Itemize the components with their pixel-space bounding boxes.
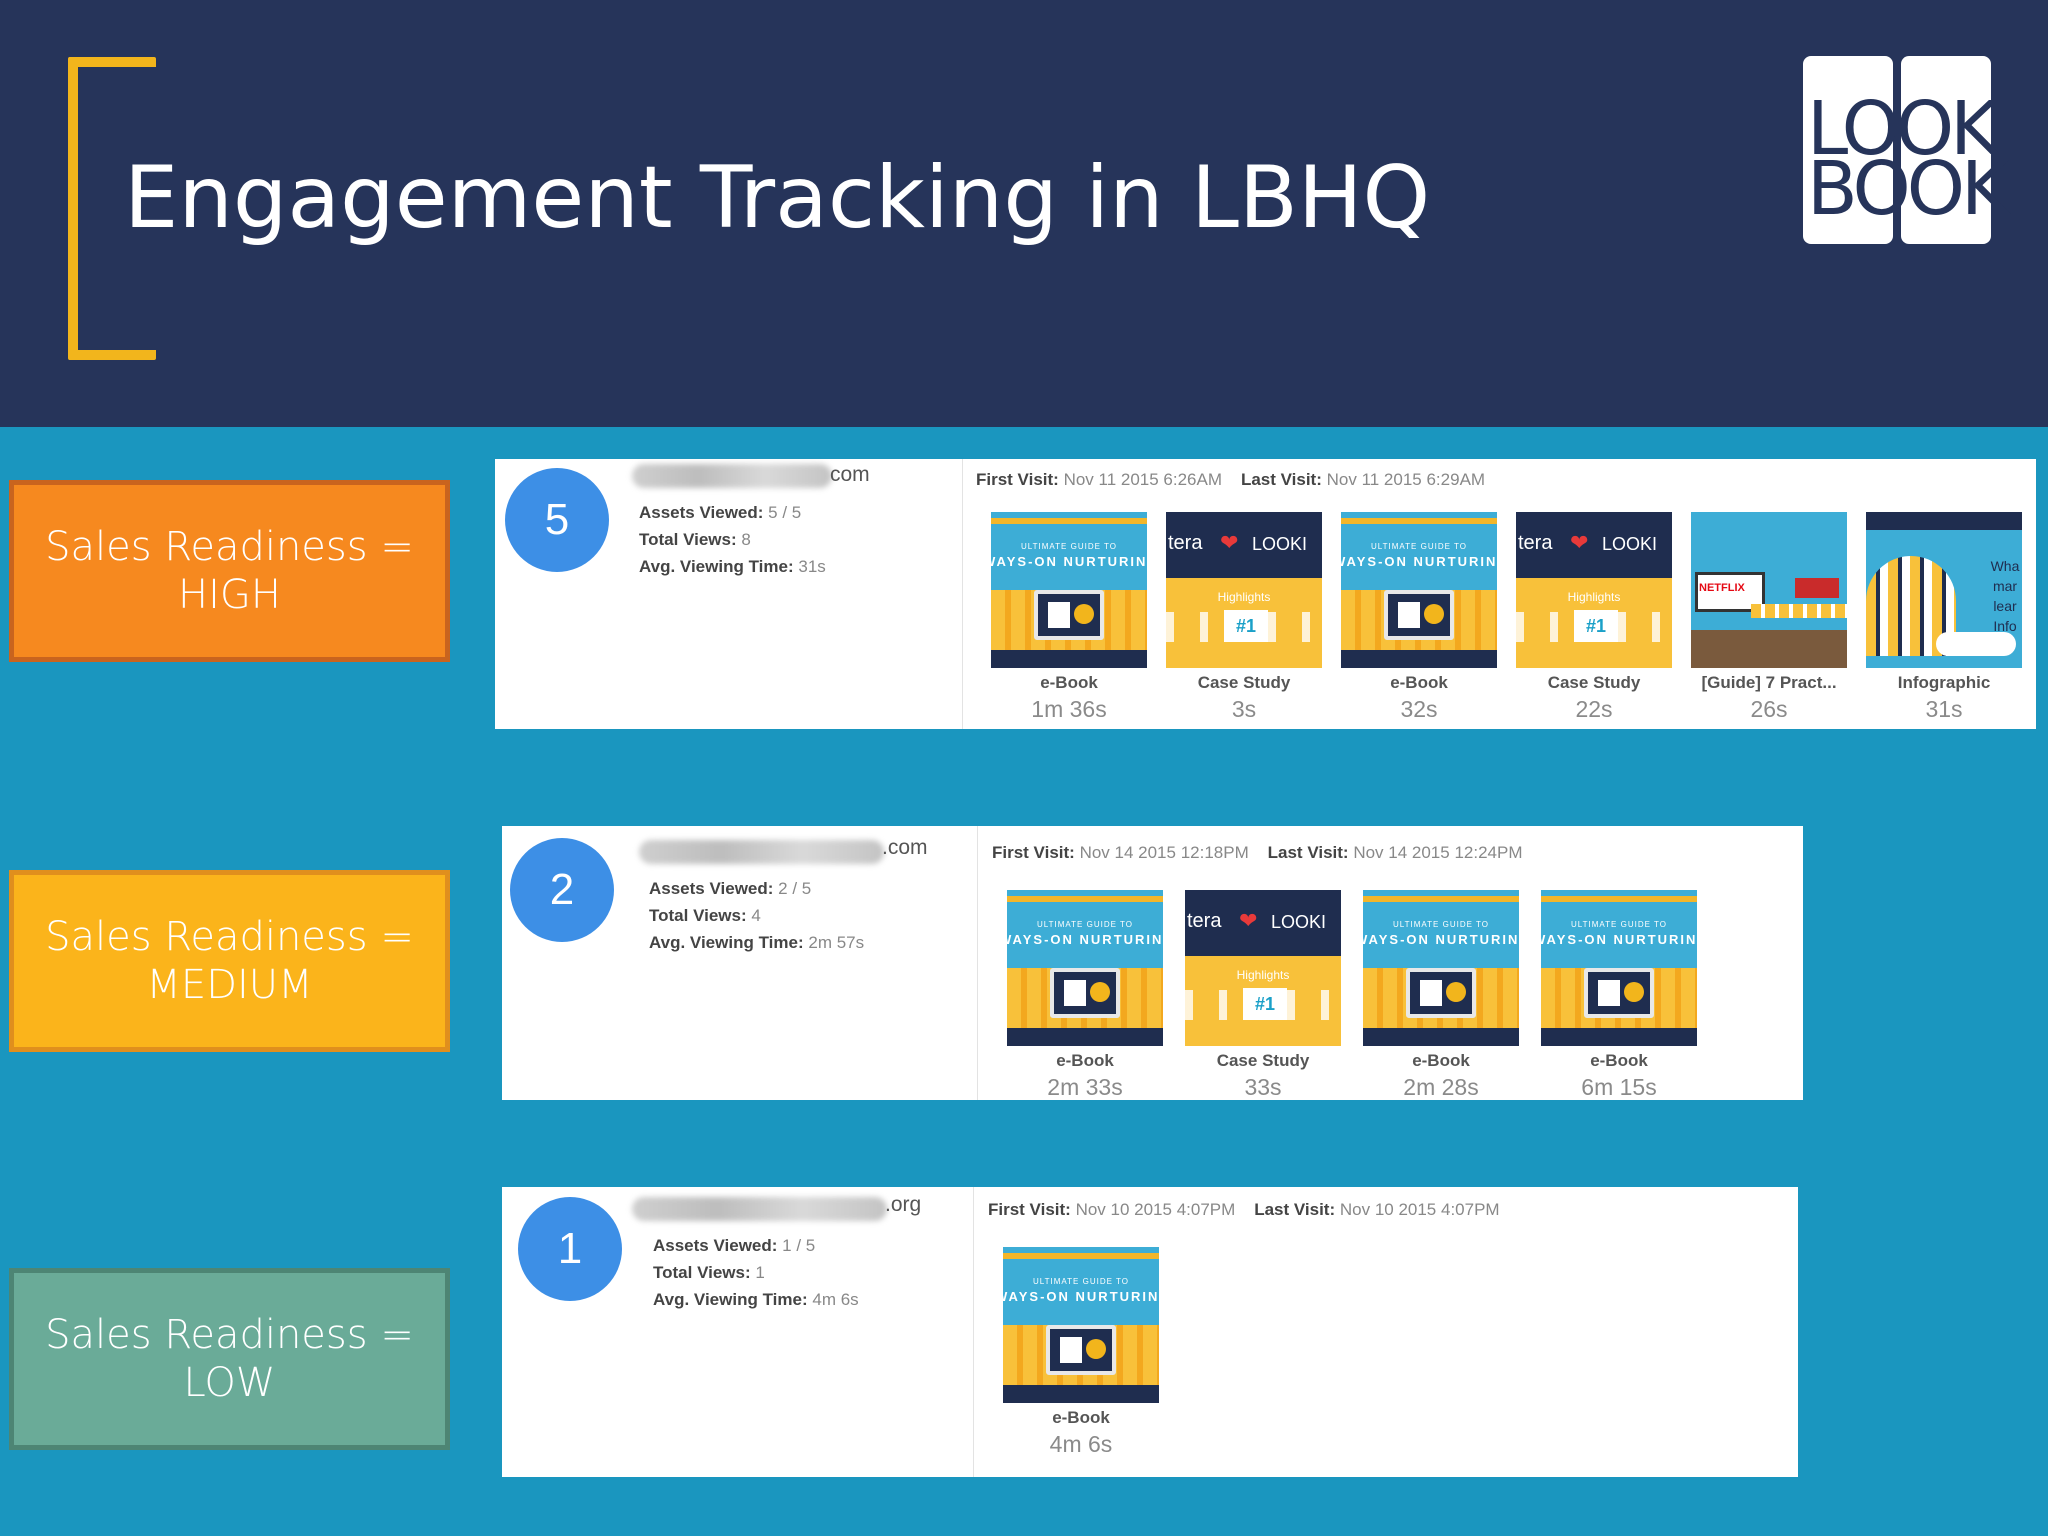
visit-times: First Visit: Nov 14 2015 12:18PM Last Vi… [992,843,1523,862]
asset-type: e-Book [1056,1051,1114,1070]
engagement-score-badge: 2 [510,838,614,942]
asset-view-time: 3s [1231,696,1257,722]
asset-tile[interactable]: ULTIMATE GUIDE TOWAYS-ON NURTURING e-Book… [1541,890,1697,1101]
readiness-high-label: Sales Readiness = HIGH [9,480,450,662]
visitor-card[interactable]: 1 .org Assets Viewed: 1 / 5 Total Views:… [502,1187,1798,1477]
asset-tile[interactable]: NETFLIX [Guide] 7 Pract... 26s [1691,512,1847,723]
ebook-thumbnail: ULTIMATE GUIDE TOWAYS-ON NURTURING [991,512,1147,668]
asset-tile[interactable]: ULTIMATE GUIDE TOWAYS-ON NURTURING e-Book… [1363,890,1519,1101]
ebook-thumbnail: ULTIMATE GUIDE TOWAYS-ON NURTURING [1363,890,1519,1046]
redacted-email [632,1197,887,1221]
asset-view-time: 2m 33s [1047,1074,1123,1100]
asset-type: e-Book [1052,1408,1110,1427]
slide-header: Engagement Tracking in LBHQ LOOK BOOK [0,0,2048,427]
redacted-email [632,464,832,488]
asset-view-time: 31s [1925,696,1963,722]
asset-view-time: 6m 15s [1581,1074,1657,1100]
heart-icon: ❤ [1220,530,1239,555]
email-domain: .com [882,836,928,859]
asset-type: Infographic [1897,673,1991,692]
case-study-thumbnail: tera ❤ LOOKI Highlights #1 [1516,512,1672,668]
asset-tile[interactable]: tera ❤ LOOKI Highlights #1 Case Study 22s [1516,512,1672,723]
asset-tile[interactable]: ULTIMATE GUIDE TOWAYS-ON NURTURING e-Book… [1003,1247,1159,1458]
visit-times: First Visit: Nov 10 2015 4:07PM Last Vis… [988,1200,1500,1219]
visitor-stats: Assets Viewed: 1 / 5 Total Views: 1 Avg.… [653,1236,859,1309]
email-domain: .org [885,1193,922,1216]
readiness-low-label: Sales Readiness = LOW [9,1268,450,1450]
case-study-thumbnail: tera ❤ LOOKI Highlights #1 [1166,512,1322,668]
asset-tile[interactable]: tera ❤ LOOKI Highlights #1 Case Study 3s [1166,512,1322,723]
asset-type: e-Book [1412,1051,1470,1070]
engagement-score-badge: 5 [505,468,609,572]
asset-type: [Guide] 7 Pract... [1701,673,1837,692]
asset-tile[interactable]: ULTIMATE GUIDE TOWAYS-ON NURTURING e-Book… [991,512,1147,723]
redacted-email [639,840,884,864]
infographic-thumbnail: Wha mar lear Info [1866,512,2022,668]
asset-view-time: 22s [1575,696,1613,722]
asset-view-time: 26s [1750,696,1788,722]
email-domain: com [830,463,870,486]
asset-type: Case Study [1216,1051,1310,1070]
ebook-thumbnail: ULTIMATE GUIDE TOWAYS-ON NURTURING [1003,1247,1159,1403]
asset-type: e-Book [1040,673,1098,692]
case-study-thumbnail: tera ❤ LOOKI Highlights #1 [1185,890,1341,1046]
readiness-medium-label: Sales Readiness = MEDIUM [9,870,450,1052]
visitor-stats: Assets Viewed: 2 / 5 Total Views: 4 Avg.… [649,879,865,952]
asset-view-time: 2m 28s [1403,1074,1479,1100]
asset-type: e-Book [1590,1051,1648,1070]
asset-tile[interactable]: ULTIMATE GUIDE TOWAYS-ON NURTURING e-Book… [1007,890,1163,1101]
visitor-stats: Assets Viewed: 5 / 5 Total Views: 8 Avg.… [639,503,826,576]
guide-thumbnail: NETFLIX [1691,512,1847,668]
heart-icon: ❤ [1570,530,1589,555]
visitor-card[interactable]: 2 .com Assets Viewed: 2 / 5 Total Views:… [502,826,1803,1100]
page-title: Engagement Tracking in LBHQ [124,148,1431,248]
asset-type: e-Book [1390,673,1448,692]
asset-view-time: 32s [1400,696,1438,722]
ebook-thumbnail: ULTIMATE GUIDE TOWAYS-ON NURTURING [1007,890,1163,1046]
lookbook-logo: LOOK BOOK [1803,56,2009,244]
asset-type: Case Study [1197,673,1291,692]
asset-view-time: 33s [1244,1074,1282,1100]
asset-tile[interactable]: Wha mar lear Info Infographic 31s [1866,512,2022,723]
visitor-card[interactable]: 5 com Assets Viewed: 5 / 5 Total Views: … [495,459,2036,729]
asset-view-time: 1m 36s [1031,696,1107,722]
ebook-thumbnail: ULTIMATE GUIDE TOWAYS-ON NURTURING [1341,512,1497,668]
ebook-thumbnail: ULTIMATE GUIDE TOWAYS-ON NURTURING [1541,890,1697,1046]
engagement-score-badge: 1 [518,1197,622,1301]
visit-times: First Visit: Nov 11 2015 6:26AM Last Vis… [976,470,1486,489]
asset-view-time: 4m 6s [1049,1431,1113,1457]
asset-type: Case Study [1547,673,1641,692]
asset-tile[interactable]: tera ❤ LOOKI Highlights #1 Case Study 33s [1185,890,1341,1101]
heart-icon: ❤ [1239,908,1258,933]
asset-tile[interactable]: ULTIMATE GUIDE TOWAYS-ON NURTURING e-Book… [1341,512,1497,723]
